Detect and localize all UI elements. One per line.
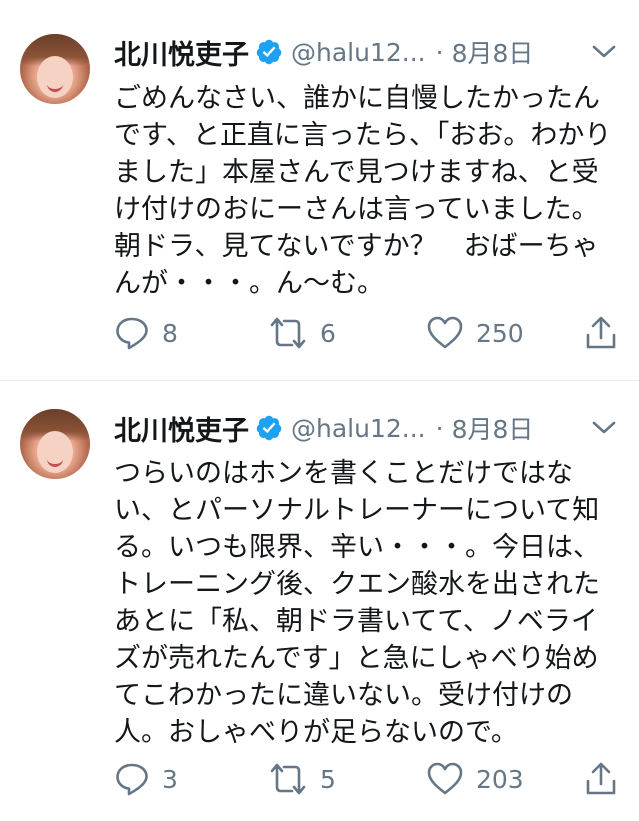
tweet-2[interactable]: 北川悦吏子 @halu12... · 8月8日 つらいのはホンを書くことだけでは… [0,381,639,821]
tweet-header: 北川悦吏子 @halu12... · 8月8日 [114,33,584,72]
tweet-actions: 8 6 250 [110,313,620,353]
heart-icon [427,762,463,795]
avatar[interactable] [20,34,90,104]
avatar[interactable] [20,409,90,479]
tweet-date[interactable]: 8月8日 [452,410,534,446]
reply-icon [116,317,148,350]
author-handle[interactable]: @halu12... [291,414,426,443]
tweet-text: つらいのはホンを書くことだけではない、とパーソナルトレーナーについて知る。いつも… [114,458,600,748]
reply-button[interactable]: 8 [114,313,178,353]
heart-icon [427,316,463,349]
like-count: 203 [476,764,524,794]
chevron-down-icon[interactable] [590,418,618,438]
author-handle[interactable]: @halu12... [291,38,426,67]
retweet-count: 6 [320,318,336,348]
retweet-count: 5 [320,764,336,794]
like-button[interactable]: 250 [426,313,524,353]
share-button[interactable] [584,759,618,799]
tweet-1[interactable]: 北川悦吏子 @halu12... · 8月8日 ごめんなさい、誰かに自慢したかっ… [0,0,639,381]
verified-badge-icon [256,415,282,441]
chevron-down-icon[interactable] [590,42,618,62]
verified-badge-icon [256,39,282,65]
like-button[interactable]: 203 [426,759,524,799]
reply-count: 8 [162,318,178,348]
author-name[interactable]: 北川悦吏子 [114,33,249,72]
share-icon [586,316,616,349]
retweet-button[interactable]: 6 [268,313,336,353]
separator-dot: · [435,413,444,443]
tweet-date[interactable]: 8月8日 [452,34,534,70]
tweet-text: ごめんなさい、誰かに自慢したかったんです、と正直に言ったら、「おお。わかりました… [114,83,612,299]
share-button[interactable] [584,313,618,353]
retweet-button[interactable]: 5 [268,759,336,799]
reply-button[interactable]: 3 [114,759,178,799]
tweet-header: 北川悦吏子 @halu12... · 8月8日 [114,409,584,448]
reply-count: 3 [162,764,178,794]
author-name[interactable]: 北川悦吏子 [114,409,249,448]
retweet-icon [270,763,306,795]
retweet-icon [270,317,306,349]
separator-dot: · [435,37,444,67]
like-count: 250 [476,318,524,348]
tweet-actions: 3 5 203 [110,759,620,799]
share-icon [586,762,616,795]
reply-icon [116,763,148,796]
